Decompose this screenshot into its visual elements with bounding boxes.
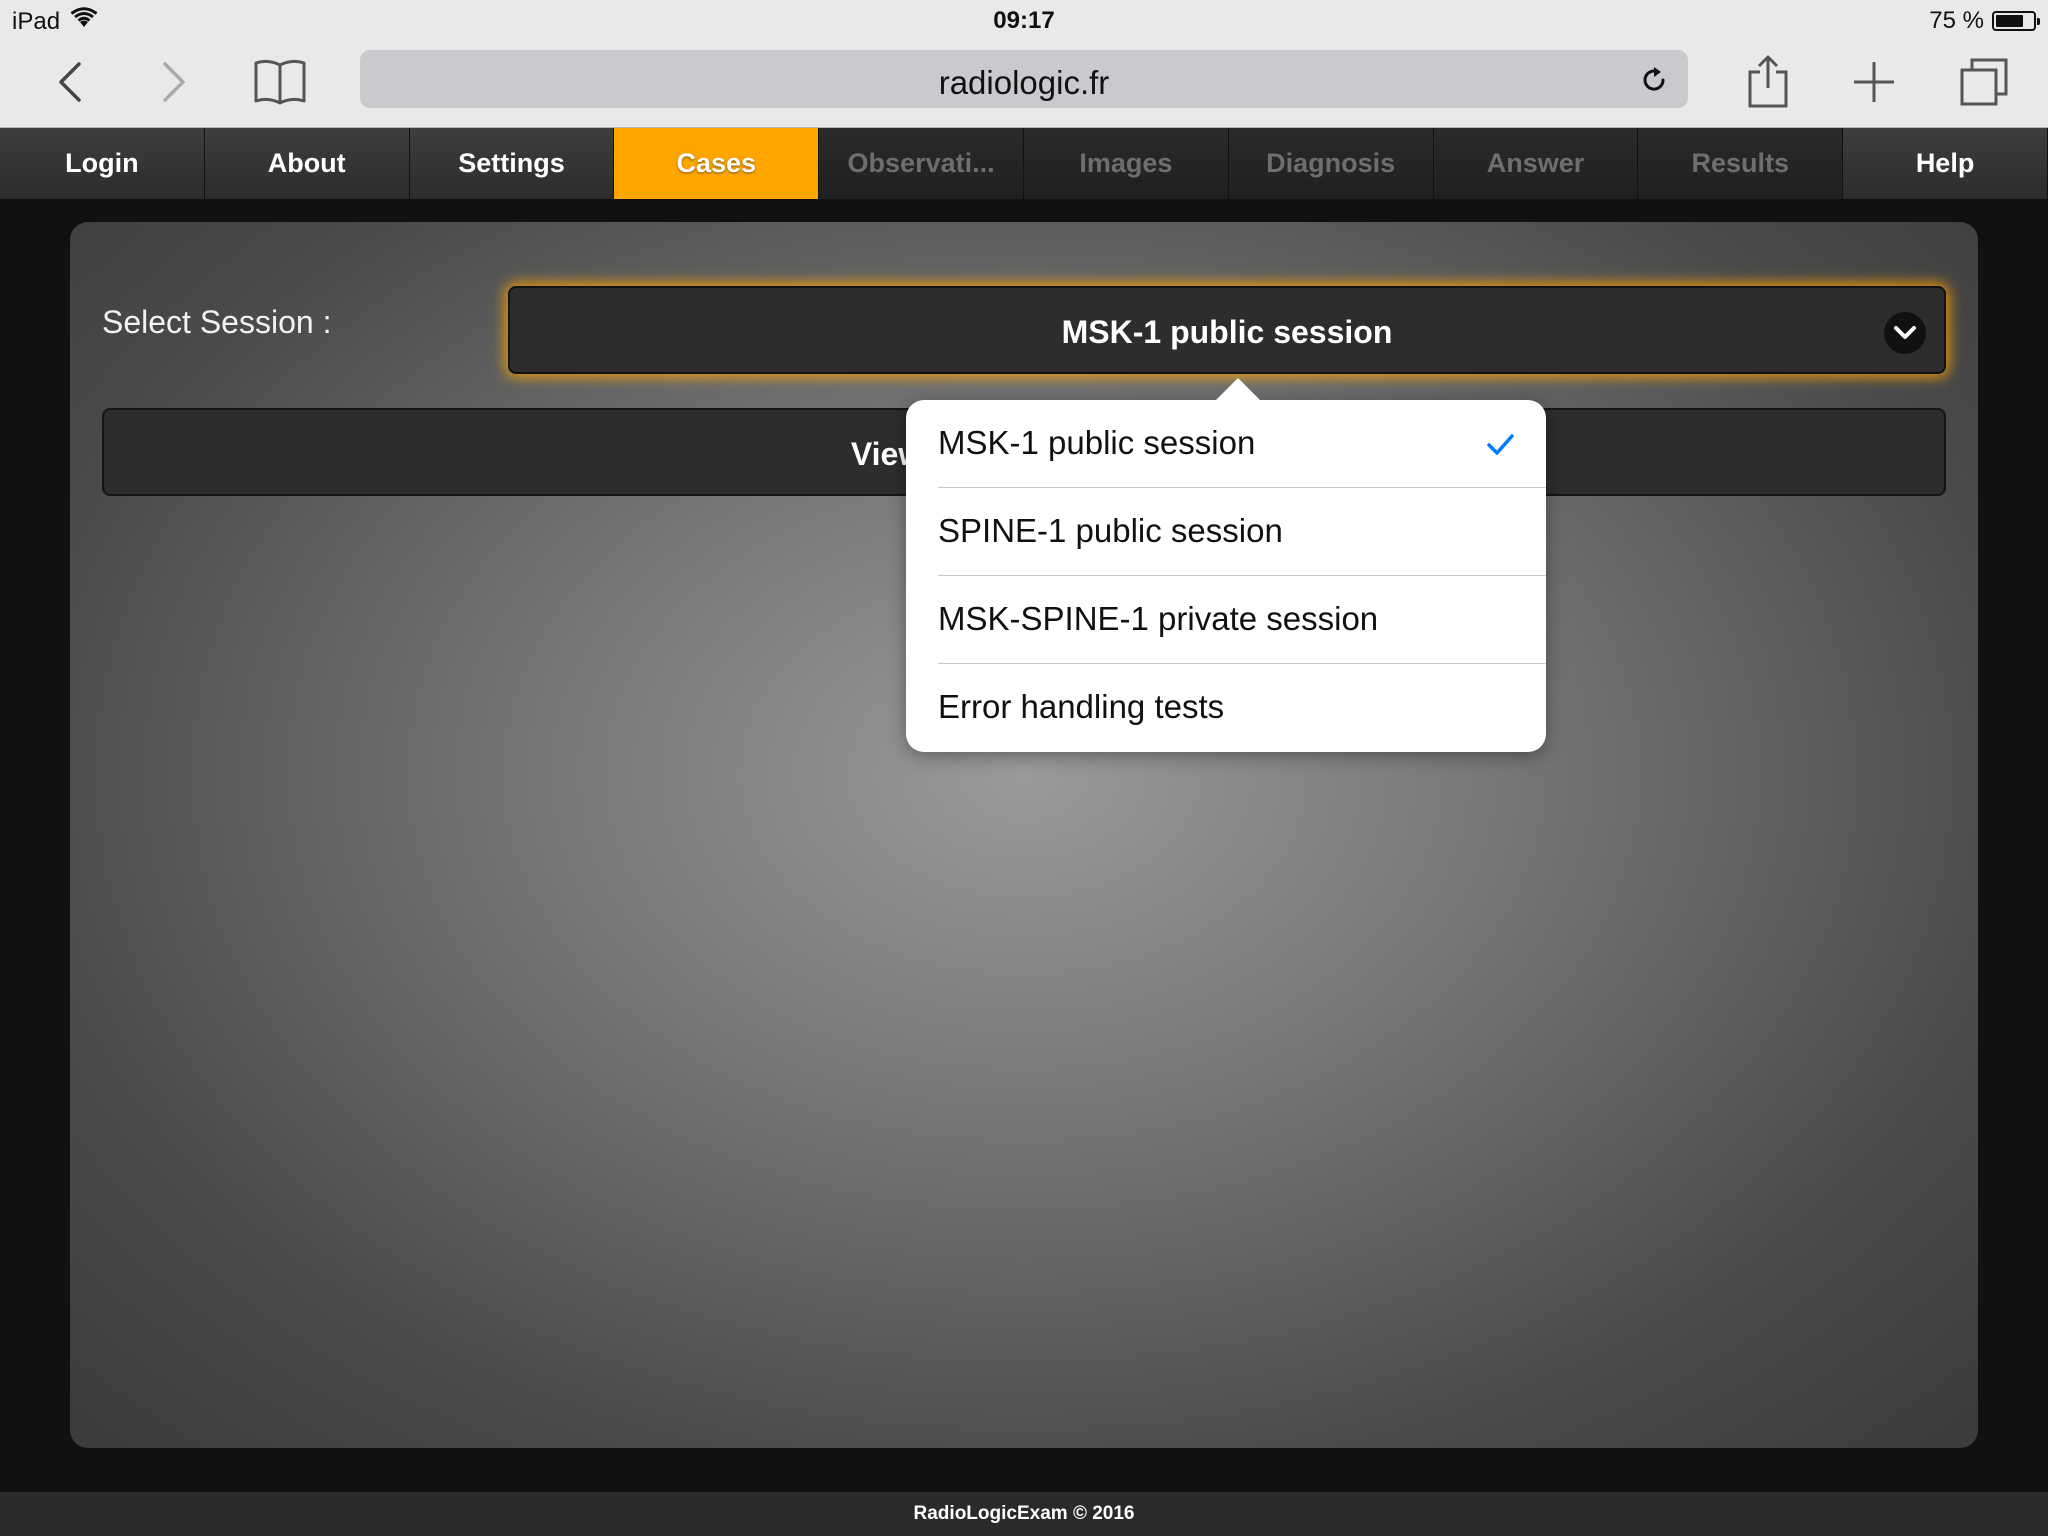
checkmark-icon bbox=[1484, 428, 1516, 460]
tabs-icon[interactable] bbox=[1952, 50, 2016, 114]
chevron-right-icon[interactable] bbox=[142, 50, 206, 114]
chevron-down-icon bbox=[1884, 312, 1926, 354]
address-bar[interactable]: radiologic.fr bbox=[360, 50, 1688, 108]
footer: RadioLogicExam © 2016 bbox=[0, 1492, 2048, 1536]
popover-arrow bbox=[1214, 378, 1262, 402]
tab-results[interactable]: Results bbox=[1638, 128, 1844, 199]
battery-fill bbox=[1996, 15, 2023, 27]
battery-percent: 75 % bbox=[1929, 7, 1984, 34]
session-select[interactable]: MSK-1 public session bbox=[508, 286, 1946, 374]
selected-session-value: MSK-1 public session bbox=[1061, 314, 1393, 350]
session-option-msk-spine1[interactable]: MSK-SPINE-1 private session bbox=[938, 576, 1546, 664]
tab-diagnosis[interactable]: Diagnosis bbox=[1228, 128, 1434, 199]
tab-help[interactable]: Help bbox=[1843, 128, 2048, 199]
session-popover: MSK-1 public session SPINE-1 public sess… bbox=[906, 378, 1546, 752]
session-option-msk1[interactable]: MSK-1 public session bbox=[938, 400, 1546, 488]
clock: 09:17 bbox=[993, 7, 1055, 34]
option-label: SPINE-1 public session bbox=[938, 512, 1283, 549]
footer-copyright: RadioLogicExam © 2016 bbox=[913, 1503, 1135, 1524]
app-tab-bar: Login About Settings Cases Observati... … bbox=[0, 128, 2048, 202]
battery-icon bbox=[1992, 11, 2040, 31]
share-icon[interactable] bbox=[1736, 50, 1800, 114]
tab-observations[interactable]: Observati... bbox=[819, 128, 1024, 199]
tab-images[interactable]: Images bbox=[1023, 128, 1229, 199]
plus-icon[interactable] bbox=[1842, 50, 1906, 114]
session-option-error-tests[interactable]: Error handling tests bbox=[938, 664, 1546, 752]
tab-answer[interactable]: Answer bbox=[1433, 128, 1639, 199]
status-bar: iPad 09:17 75 % bbox=[0, 0, 2048, 40]
tab-cases[interactable]: Cases bbox=[614, 128, 820, 199]
reload-icon[interactable] bbox=[1634, 60, 1674, 100]
chevron-left-icon[interactable] bbox=[38, 50, 102, 114]
tab-login[interactable]: Login bbox=[0, 128, 205, 199]
option-label: Error handling tests bbox=[938, 688, 1225, 725]
status-right: 75 % bbox=[1929, 7, 2040, 35]
option-label: MSK-1 public session bbox=[938, 424, 1256, 461]
url-text: radiologic.fr bbox=[938, 64, 1110, 101]
browser-toolbar: radiologic.fr bbox=[0, 40, 2048, 128]
tab-about[interactable]: About bbox=[204, 128, 410, 199]
select-session-label: Select Session : bbox=[102, 304, 332, 340]
tab-settings[interactable]: Settings bbox=[409, 128, 615, 199]
session-option-spine1[interactable]: SPINE-1 public session bbox=[938, 488, 1546, 576]
book-icon[interactable] bbox=[248, 50, 312, 114]
option-label: MSK-SPINE-1 private session bbox=[938, 600, 1379, 637]
content-area: Select Session : MSK-1 public session Vi… bbox=[0, 202, 2048, 1492]
